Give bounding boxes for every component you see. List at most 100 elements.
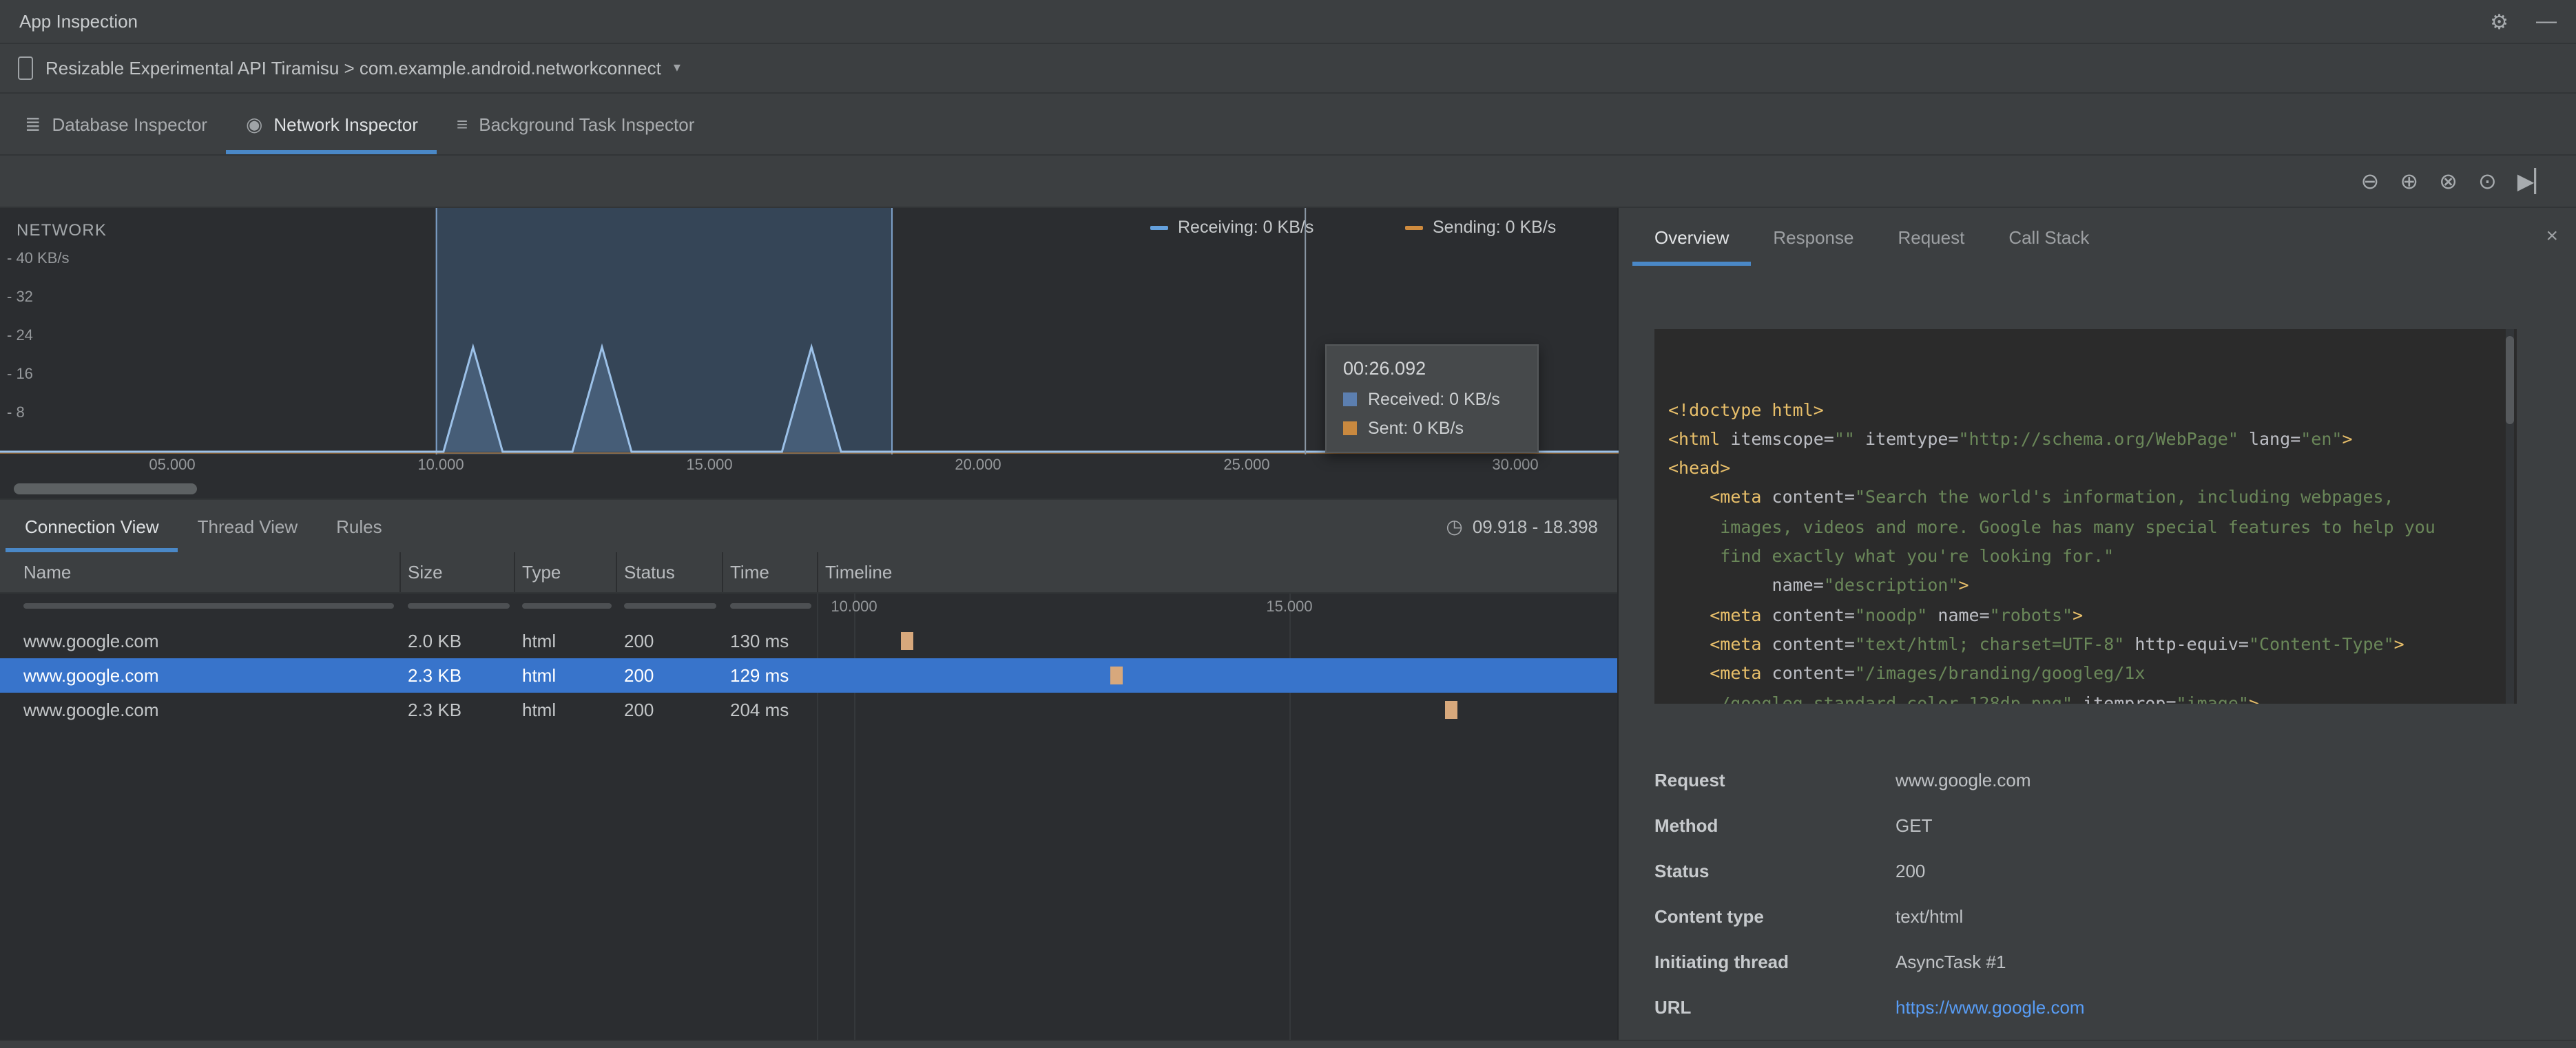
tooltip-sent-row: Sent: 0 KB/s	[1343, 419, 1521, 438]
main-area: NETWORK - 40 KB/s - 32 - 24 - 16 - 8 Receivin…	[0, 208, 2576, 1048]
timeline-tick: 15.000	[1266, 599, 1313, 616]
tooltip-time: 00:26.092	[1343, 358, 1426, 379]
tab-thread-view[interactable]: Thread View	[178, 500, 318, 552]
network-icon: ◉	[245, 112, 263, 134]
code-line: <meta content="Search the world's inform…	[1710, 486, 2394, 507]
column-header-type[interactable]: Type	[522, 552, 561, 592]
field-value: text/html	[1895, 906, 1964, 927]
column-grip	[624, 603, 716, 609]
tab-background-task-inspector[interactable]: ≡ Background Task Inspector	[437, 94, 714, 154]
cell-time: 204 ms	[730, 700, 789, 720]
connections-section: Connection View Thread View Rules ◷ 09.918…	[0, 499, 1617, 1048]
chart-tooltip: 00:26.092 Received: 0 KB/s Sent: 0 KB/s	[1325, 344, 1539, 453]
code-line: <html itemscope="" itemtype="http://sche…	[1668, 428, 2353, 449]
tooltip-received-label: Received: 0 KB/s	[1368, 390, 1500, 409]
y-axis-tick: - 40 KB/s	[7, 251, 70, 267]
cell-type: html	[522, 700, 557, 720]
table-row[interactable]: www.google.com 2.3 KB html 200 204 ms	[0, 693, 1617, 727]
field-value: GET	[1895, 815, 1933, 836]
x-axis-tick: 25.000	[1223, 457, 1270, 474]
tab-label: Database Inspector	[52, 114, 207, 134]
column-header-timeline[interactable]: Timeline	[825, 552, 892, 592]
cell-type: html	[522, 631, 557, 651]
column-separator	[399, 552, 401, 592]
column-separator	[817, 552, 818, 592]
timeline-marker	[1110, 667, 1123, 684]
timeline-toolbar: ⊖ ⊕ ⊗ ⊙ ▶▏	[0, 156, 2576, 208]
selection-range: ◷ 09.918 - 18.398	[1446, 514, 1598, 538]
cell-size: 2.3 KB	[408, 700, 462, 720]
tab-database-inspector[interactable]: ≣ Database Inspector	[6, 94, 227, 154]
network-pane: NETWORK - 40 KB/s - 32 - 24 - 16 - 8 Receivin…	[0, 208, 1619, 1048]
titlebar: App Inspection ⚙ —	[0, 0, 2576, 44]
column-separator	[722, 552, 723, 592]
cell-status: 200	[624, 665, 654, 686]
tab-label: Network Inspector	[273, 114, 418, 134]
tab-connection-view[interactable]: Connection View	[6, 500, 178, 552]
detail-tab-request[interactable]: Request	[1876, 208, 1986, 266]
x-axis-tick: 05.000	[149, 457, 196, 474]
legend-receiving: Receiving: 0 KB/s	[1150, 218, 1313, 237]
connection-tabs-bar: Connection View Thread View Rules ◷ 09.918…	[0, 500, 1617, 552]
column-separator	[616, 552, 617, 592]
x-axis-tick: 30.000	[1492, 457, 1539, 474]
device-icon	[18, 56, 33, 80]
timeline-tick: 10.000	[831, 599, 877, 616]
code-line: <meta content="noodp" name="robots">	[1710, 604, 2084, 625]
code-line: find exactly what you're looking for."	[1668, 545, 2115, 567]
field-label: Method	[1654, 815, 1718, 836]
field-value: AsyncTask #1	[1895, 952, 2006, 972]
detail-tab-overview[interactable]: Overview	[1632, 208, 1751, 266]
zoom-to-selection-icon[interactable]: ⊙	[2478, 167, 2497, 195]
column-grip	[23, 603, 394, 609]
go-live-icon[interactable]: ▶▏	[2517, 167, 2551, 195]
code-line: images, videos and more. Google has many…	[1668, 516, 2435, 537]
reset-zoom-icon[interactable]: ⊗	[2439, 167, 2458, 195]
field-label: URL	[1654, 997, 1692, 1018]
column-header-status[interactable]: Status	[624, 552, 675, 592]
response-preview[interactable]: <!doctype html> <html itemscope="" itemty…	[1654, 329, 2517, 704]
tooltip-received-row: Received: 0 KB/s	[1343, 390, 1521, 409]
cell-status: 200	[624, 631, 654, 651]
cell-size: 2.0 KB	[408, 631, 462, 651]
tab-label: Background Task Inspector	[479, 114, 695, 134]
column-header-time[interactable]: Time	[730, 552, 769, 592]
page-title: App Inspection	[19, 11, 138, 32]
sent-swatch-icon	[1343, 421, 1357, 435]
detail-field-content-type: Content type text/html	[1654, 903, 2085, 931]
x-axis-tick: 20.000	[955, 457, 1001, 474]
settings-gear-icon[interactable]: ⚙	[2490, 9, 2509, 34]
chart-horizontal-scrollbar[interactable]	[0, 479, 1617, 499]
column-header-name[interactable]: Name	[23, 552, 71, 592]
cell-type: html	[522, 665, 557, 686]
close-icon[interactable]: ×	[2546, 224, 2558, 248]
code-line: name="description">	[1772, 574, 1969, 596]
tab-rules[interactable]: Rules	[317, 500, 402, 552]
x-axis-tick: 15.000	[686, 457, 733, 474]
scrollbar-thumb[interactable]	[14, 483, 197, 494]
column-header-size[interactable]: Size	[408, 552, 443, 592]
field-value-link[interactable]: https://www.google.com	[1895, 994, 2085, 1022]
connections-table-body: 10.000 15.000 www.google.com 2.0 KB html 200 1…	[0, 594, 1617, 1048]
detail-tab-call-stack[interactable]: Call Stack	[1986, 208, 2111, 266]
process-selector[interactable]: Resizable Experimental API Tiramisu > co…	[45, 58, 661, 78]
table-row[interactable]: www.google.com 2.0 KB html 200 130 ms	[0, 624, 1617, 658]
y-axis-tick: - 16	[7, 366, 33, 383]
zoom-out-icon[interactable]: ⊖	[2361, 167, 2380, 195]
inspector-tab-bar: ≣ Database Inspector ◉ Network Inspector ≡ Ba…	[0, 94, 2576, 156]
timeline-marker	[1444, 701, 1457, 719]
zoom-in-icon[interactable]: ⊕	[2400, 167, 2418, 195]
detail-field-request: Request www.google.com	[1654, 767, 2085, 795]
detail-tab-response[interactable]: Response	[1751, 208, 1876, 266]
hide-toolwindow-icon[interactable]: —	[2536, 9, 2557, 34]
y-axis-tick: - 32	[7, 289, 33, 306]
cell-time: 130 ms	[730, 631, 789, 651]
detail-tab-bar: Overview Response Request Call Stack	[1619, 208, 2576, 266]
tab-network-inspector[interactable]: ◉ Network Inspector	[227, 94, 437, 154]
legend-label: Receiving: 0 KB/s	[1178, 218, 1314, 237]
detail-field-method: Method GET	[1654, 813, 2085, 840]
code-scrollbar-thumb[interactable]	[2506, 336, 2514, 424]
chart-section-label: NETWORK	[17, 220, 107, 240]
range-label: 09.918 - 18.398	[1472, 516, 1598, 536]
table-row[interactable]: www.google.com 2.3 KB html 200 129 ms	[0, 658, 1617, 693]
